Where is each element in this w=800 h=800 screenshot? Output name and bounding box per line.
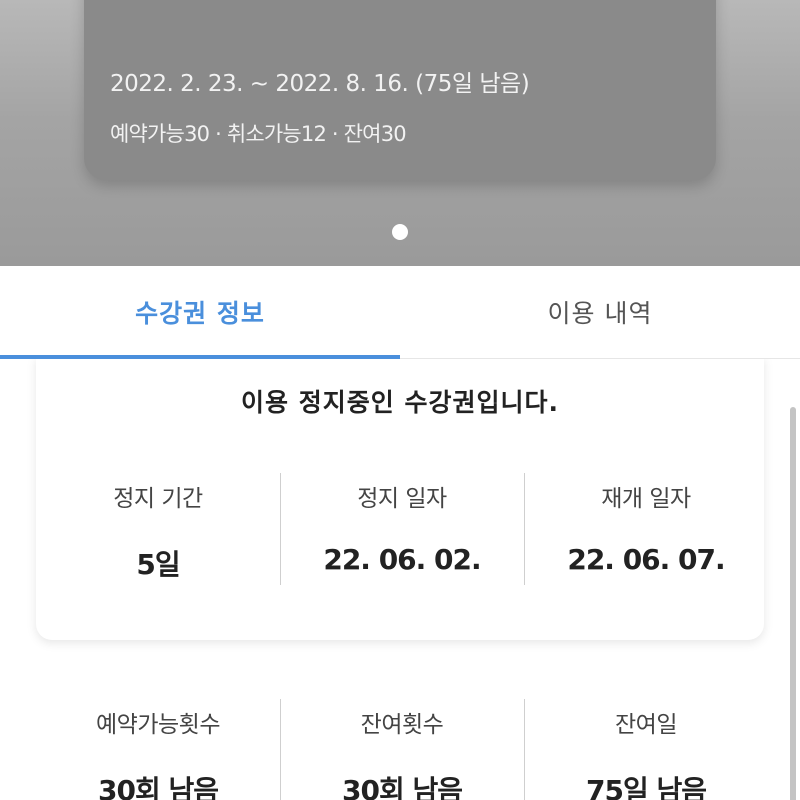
stat-value: 22. 06. 02. <box>323 543 481 576</box>
stat-value: 22. 06. 07. <box>567 543 725 576</box>
pause-stats-row: 정지 기간 5일 정지 일자 22. 06. 02. 재개 일자 22. 06.… <box>36 473 768 585</box>
reservable-count-stat: 예약가능횟수 30회 남음 <box>36 699 280 800</box>
pause-start-date-stat: 정지 일자 22. 06. 02. <box>280 473 524 585</box>
remaining-days-stat: 잔여일 75일 남음 <box>524 699 768 800</box>
tab-usage-history-label: 이용 내역 <box>547 299 653 328</box>
carousel-page-indicator[interactable] <box>392 224 408 240</box>
stat-value: 30회 남음 <box>98 774 219 800</box>
scrollbar[interactable] <box>790 407 796 800</box>
stat-value: 75일 남음 <box>586 774 707 800</box>
pass-card[interactable]: 2022. 2. 23. ~ 2022. 8. 16. (75일 남음) 예약가… <box>84 0 716 180</box>
stat-label: 잔여횟수 <box>360 712 444 738</box>
stat-value: 30회 남음 <box>342 774 463 800</box>
pause-period-stat: 정지 기간 5일 <box>36 473 280 585</box>
pass-counts: 예약가능30 · 취소가능12 · 잔여30 <box>110 122 407 146</box>
stat-label: 정지 일자 <box>357 486 447 512</box>
remaining-count-stat: 잔여횟수 30회 남음 <box>280 699 524 800</box>
stat-value: 5일 <box>136 548 180 581</box>
stat-label: 재개 일자 <box>601 486 691 512</box>
screen: 2022. 2. 23. ~ 2022. 8. 16. (75일 남음) 예약가… <box>0 0 800 800</box>
stat-label: 잔여일 <box>615 712 677 738</box>
tab-bar: 수강권 정보 이용 내역 <box>0 266 800 359</box>
tab-pass-info-label: 수강권 정보 <box>135 299 265 328</box>
tab-usage-history[interactable]: 이용 내역 <box>400 266 800 358</box>
resume-date-stat: 재개 일자 22. 06. 07. <box>524 473 768 585</box>
stat-label: 정지 기간 <box>113 486 203 512</box>
tab-pass-info[interactable]: 수강권 정보 <box>0 266 400 359</box>
stat-label: 예약가능횟수 <box>96 712 220 738</box>
pass-period: 2022. 2. 23. ~ 2022. 8. 16. (75일 남음) <box>110 71 530 97</box>
pass-carousel[interactable]: 2022. 2. 23. ~ 2022. 8. 16. (75일 남음) 예약가… <box>0 0 800 266</box>
pass-info-panel: 이용 정지중인 수강권입니다. 정지 기간 5일 정지 일자 22. 06. 0… <box>0 359 800 800</box>
pause-status-card: 이용 정지중인 수강권입니다. 정지 기간 5일 정지 일자 22. 06. 0… <box>36 359 764 640</box>
pause-status-title: 이용 정지중인 수강권입니다. <box>241 388 559 417</box>
usage-stats-row: 예약가능횟수 30회 남음 잔여횟수 30회 남음 잔여일 75일 남음 <box>36 699 768 800</box>
